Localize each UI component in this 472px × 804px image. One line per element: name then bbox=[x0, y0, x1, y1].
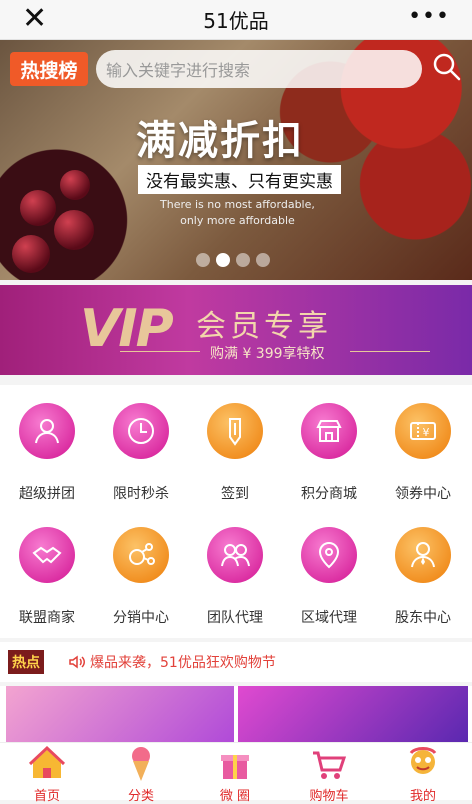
bottom-tab-bar: 首页 分类 微 圈 购物车 我的 bbox=[0, 742, 472, 804]
cherry-decoration bbox=[60, 170, 90, 200]
tab-label: 微 圈 bbox=[219, 789, 251, 804]
carousel-dot[interactable] bbox=[256, 253, 270, 267]
tab-circle[interactable]: 微 圈 bbox=[188, 743, 282, 804]
banner-headline: 满减折扣 bbox=[136, 118, 304, 164]
group-icon bbox=[19, 403, 75, 459]
vip-logo: VIP bbox=[80, 299, 174, 359]
tab-category[interactable]: 分类 bbox=[94, 743, 188, 804]
banner-subtitle: 没有最实惠、只有更实惠 bbox=[138, 165, 341, 194]
grid-item-label: 超级拼团 bbox=[19, 486, 75, 502]
grid-item-region-agent[interactable]: 区域代理 bbox=[282, 527, 376, 627]
carousel-dots bbox=[196, 253, 270, 267]
title-bar: ✕ 51优品 ••• bbox=[0, 0, 472, 40]
grid-item-checkin[interactable]: 签到 bbox=[188, 403, 282, 503]
grid-item-label: 团队代理 bbox=[207, 610, 263, 626]
tab-label: 首页 bbox=[33, 789, 60, 804]
search-input[interactable]: 输入关键字进行搜索 bbox=[96, 50, 422, 88]
grid-item-shareholder-center[interactable]: 股东中心 bbox=[376, 527, 470, 627]
carousel-dot[interactable] bbox=[236, 253, 250, 267]
share-icon bbox=[113, 527, 169, 583]
tab-home[interactable]: 首页 bbox=[0, 743, 94, 804]
grid-item-alliance-merchant[interactable]: 联盟商家 bbox=[0, 527, 94, 627]
profile-icon bbox=[409, 747, 437, 774]
home-icon bbox=[28, 745, 66, 778]
carousel-dot[interactable] bbox=[196, 253, 210, 267]
tab-label: 购物车 bbox=[309, 789, 349, 804]
hot-tag: 热点 bbox=[8, 650, 44, 674]
grid-item-label: 领券中心 bbox=[395, 486, 451, 502]
tab-cart[interactable]: 购物车 bbox=[282, 743, 376, 804]
grid-item-label: 联盟商家 bbox=[19, 610, 75, 626]
handshake-icon bbox=[19, 527, 75, 583]
pencil-icon bbox=[207, 403, 263, 459]
grid-item-label: 分销中心 bbox=[113, 610, 169, 626]
grid-item-label: 区域代理 bbox=[301, 610, 357, 626]
shareholder-icon bbox=[395, 527, 451, 583]
cherry-decoration bbox=[12, 235, 50, 273]
banner-english-line-2: only more affordable bbox=[180, 214, 295, 227]
page-title: 51优品 bbox=[203, 9, 269, 33]
gift-box-icon bbox=[221, 755, 249, 779]
store-icon bbox=[301, 403, 357, 459]
promo-card[interactable] bbox=[238, 686, 468, 742]
cart-icon bbox=[313, 751, 347, 779]
hot-news-bar[interactable]: 热点 爆品来袭，51优品狂欢购物节 bbox=[0, 642, 472, 682]
search-placeholder: 输入关键字进行搜索 bbox=[106, 61, 251, 80]
hot-news-text: 爆品来袭，51优品狂欢购物节 bbox=[90, 655, 276, 671]
grid-item-flash-sale[interactable]: 限时秒杀 bbox=[94, 403, 188, 503]
vip-divider bbox=[350, 351, 430, 352]
carousel-dot-active[interactable] bbox=[216, 253, 230, 267]
vip-subtitle: 购满 ¥ 399享特权 bbox=[210, 346, 325, 362]
promo-cards bbox=[0, 686, 472, 742]
vip-divider bbox=[120, 351, 200, 352]
ice-cream-icon bbox=[132, 747, 150, 781]
close-icon[interactable]: ✕ bbox=[22, 2, 47, 36]
coupon-icon: ¥ bbox=[395, 403, 451, 459]
grid-item-team-agent[interactable]: 团队代理 bbox=[188, 527, 282, 627]
grid-item-label: 积分商城 bbox=[301, 486, 357, 502]
cherry-decoration bbox=[54, 210, 94, 250]
banner-english-line-1: There is no most affordable, bbox=[160, 198, 315, 211]
speaker-icon bbox=[69, 655, 85, 669]
tab-label: 我的 bbox=[409, 789, 436, 804]
grid-item-distribution-center[interactable]: 分销中心 bbox=[94, 527, 188, 627]
tab-profile[interactable]: 我的 bbox=[376, 743, 470, 804]
more-icon[interactable]: ••• bbox=[408, 0, 450, 34]
grid-item-coupon-center[interactable]: ¥ 领券中心 bbox=[376, 403, 470, 503]
map-pin-icon bbox=[301, 527, 357, 583]
feature-grid: 超级拼团 限时秒杀 签到 积分商城 ¥ 领券中心 联盟商家 分销中心 团队代理 … bbox=[0, 385, 472, 638]
banner-english-text: There is no most affordable, only more a… bbox=[160, 197, 315, 229]
tab-label: 分类 bbox=[127, 789, 154, 804]
cherry-decoration bbox=[20, 190, 56, 226]
grid-item-label: 签到 bbox=[221, 486, 249, 502]
search-icon[interactable] bbox=[432, 52, 462, 82]
grid-item-super-group[interactable]: 超级拼团 bbox=[0, 403, 94, 503]
grid-item-points-mall[interactable]: 积分商城 bbox=[282, 403, 376, 503]
team-icon bbox=[207, 527, 263, 583]
hot-search-logo[interactable]: 热搜榜 bbox=[10, 52, 88, 86]
clock-icon bbox=[113, 403, 169, 459]
grid-item-label: 股东中心 bbox=[395, 610, 451, 626]
vip-title: 会员专享 bbox=[196, 309, 332, 344]
promo-card[interactable] bbox=[6, 686, 234, 742]
vip-banner[interactable]: VIP 会员专享 购满 ¥ 399享特权 bbox=[0, 285, 472, 375]
grid-item-label: 限时秒杀 bbox=[113, 486, 169, 502]
svg-text:¥: ¥ bbox=[423, 426, 430, 439]
